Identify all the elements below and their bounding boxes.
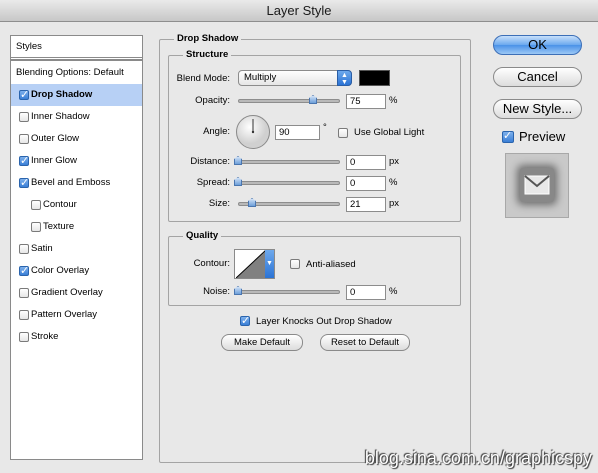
noise-slider-track[interactable] <box>238 290 340 294</box>
style-preview-thumbnail <box>505 153 569 218</box>
make-default-button[interactable]: Make Default <box>221 334 303 351</box>
blend-mode-value: Multiply <box>244 72 277 83</box>
noise-input[interactable]: 0 <box>346 285 386 300</box>
spread-slider-track[interactable] <box>238 181 340 185</box>
style-item-inner-shadow[interactable]: Inner Shadow <box>11 106 142 128</box>
style-item-checkbox[interactable] <box>19 134 29 144</box>
styles-header-label: Styles <box>16 41 42 52</box>
select-arrows-icon: ▲ ▼ <box>337 70 352 86</box>
style-item-checkbox[interactable] <box>19 288 29 298</box>
watermark: blog.sina.com.cn/graphicspy <box>364 448 592 468</box>
style-item-checkbox[interactable] <box>19 332 29 342</box>
new-style-button[interactable]: New Style... <box>493 99 582 119</box>
styles-header[interactable]: Styles <box>11 36 142 58</box>
style-item-contour[interactable]: Contour <box>11 194 142 216</box>
style-item-color-overlay[interactable]: Color Overlay <box>11 260 142 282</box>
cancel-button[interactable]: Cancel <box>493 67 582 87</box>
layer-knocks-out-label: Layer Knocks Out Drop Shadow <box>256 316 392 327</box>
distance-slider-track[interactable] <box>238 160 340 164</box>
style-item-label: Bevel and Emboss <box>31 177 111 188</box>
size-input[interactable]: 21 <box>346 197 386 212</box>
blend-mode-label: Blend Mode: <box>176 73 230 84</box>
style-item-label: Drop Shadow <box>31 89 93 100</box>
quality-title: Quality <box>183 230 222 242</box>
size-unit: px <box>389 198 400 209</box>
use-global-light-checkbox[interactable] <box>338 128 348 138</box>
style-item-label: Texture <box>43 221 75 232</box>
distance-unit: px <box>389 156 400 167</box>
style-item-pattern-overlay[interactable]: Pattern Overlay <box>11 304 142 326</box>
spread-label: Spread: <box>196 177 230 188</box>
drop-shadow-title: Drop Shadow <box>174 33 242 45</box>
style-item-checkbox[interactable] <box>19 112 29 122</box>
opacity-input[interactable]: 75 <box>346 94 386 109</box>
anti-aliased-label: Anti-aliased <box>306 259 356 270</box>
angle-dial[interactable] <box>235 114 271 150</box>
contour-picker[interactable]: ▼ <box>234 249 275 279</box>
layer-knocks-out-checkbox[interactable] <box>240 314 250 328</box>
blending-options-item[interactable]: Blending Options: Default <box>11 62 142 84</box>
style-item-label: Pattern Overlay <box>31 309 97 320</box>
style-item-checkbox[interactable] <box>19 264 29 278</box>
style-item-label: Contour <box>43 199 77 210</box>
spread-input[interactable]: 0 <box>346 176 386 191</box>
style-item-checkbox[interactable] <box>19 88 29 102</box>
style-item-inner-glow[interactable]: Inner Glow <box>11 150 142 172</box>
contour-label: Contour: <box>193 258 230 269</box>
style-item-label: Stroke <box>31 331 59 342</box>
size-label: Size: <box>208 198 230 209</box>
spread-unit: % <box>389 177 398 188</box>
style-item-bevel-and-emboss[interactable]: Bevel and Emboss <box>11 172 142 194</box>
structure-title: Structure <box>183 49 232 61</box>
reset-to-default-button[interactable]: Reset to Default <box>320 334 410 351</box>
angle-label: Angle: <box>203 126 230 137</box>
style-item-checkbox[interactable] <box>31 200 41 210</box>
angle-input[interactable]: 90 <box>275 125 320 140</box>
style-item-label: Satin <box>31 243 53 254</box>
window-title: Layer Style <box>0 0 598 22</box>
style-item-stroke[interactable]: Stroke <box>11 326 142 348</box>
style-item-checkbox[interactable] <box>19 154 29 168</box>
use-global-light-label: Use Global Light <box>354 127 425 138</box>
contour-preview-icon <box>236 250 266 278</box>
preview-swatch <box>520 168 554 202</box>
styles-list: Styles Blending Options: Default Drop Sh… <box>10 35 143 460</box>
style-item-label: Color Overlay <box>31 265 90 276</box>
style-item-checkbox[interactable] <box>19 176 29 190</box>
angle-unit: ° <box>323 122 327 133</box>
preview-bevel-icon <box>524 175 550 195</box>
anti-aliased-checkbox[interactable] <box>290 259 300 269</box>
opacity-slider-track[interactable] <box>238 99 340 103</box>
opacity-unit: % <box>389 95 398 106</box>
style-item-label: Outer Glow <box>31 133 80 144</box>
distance-label: Distance: <box>190 156 230 167</box>
preview-label: Preview <box>519 129 566 144</box>
noise-unit: % <box>389 286 398 297</box>
style-item-satin[interactable]: Satin <box>11 238 142 260</box>
style-item-texture[interactable]: Texture <box>11 216 142 238</box>
style-item-checkbox[interactable] <box>31 222 41 232</box>
blending-options-label: Blending Options: Default <box>16 67 124 78</box>
shadow-color-swatch[interactable] <box>359 70 390 86</box>
style-item-drop-shadow[interactable]: Drop Shadow <box>11 84 142 106</box>
style-item-label: Inner Glow <box>31 155 77 166</box>
preview-checkbox[interactable] <box>502 129 514 143</box>
style-item-label: Inner Shadow <box>31 111 90 122</box>
style-item-checkbox[interactable] <box>19 244 29 254</box>
contour-dropdown-arrow-icon[interactable]: ▼ <box>265 250 274 278</box>
style-item-checkbox[interactable] <box>19 310 29 320</box>
ok-button[interactable]: OK <box>493 35 582 55</box>
blend-mode-select[interactable]: Multiply ▲ ▼ <box>238 70 352 86</box>
noise-label: Noise: <box>203 286 230 297</box>
style-item-label: Gradient Overlay <box>31 287 103 298</box>
styles-list-divider <box>11 59 142 61</box>
opacity-label: Opacity: <box>195 95 230 106</box>
distance-input[interactable]: 0 <box>346 155 386 170</box>
style-item-gradient-overlay[interactable]: Gradient Overlay <box>11 282 142 304</box>
style-item-outer-glow[interactable]: Outer Glow <box>11 128 142 150</box>
